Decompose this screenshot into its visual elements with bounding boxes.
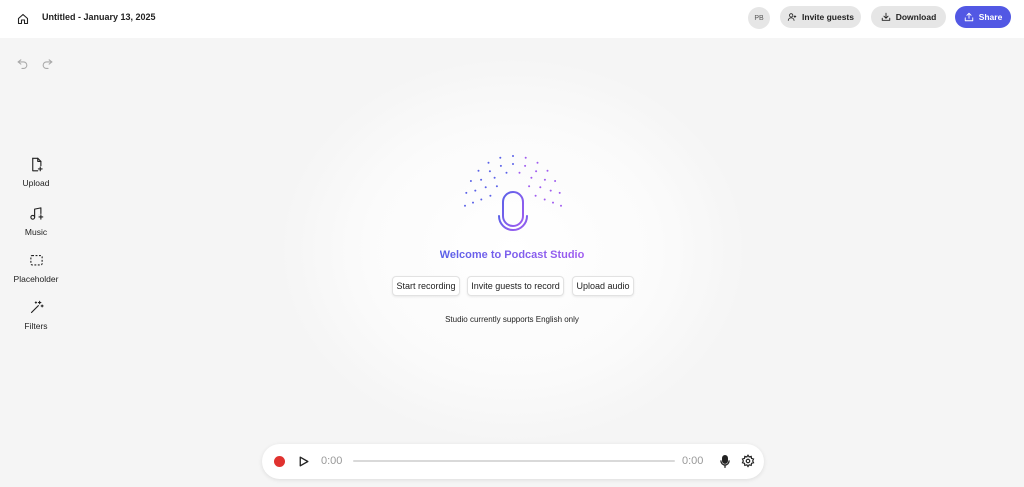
sound-wave-dot bbox=[536, 161, 539, 164]
sidebar-item-label: Placeholder bbox=[13, 274, 59, 284]
start-recording-button[interactable]: Start recording bbox=[392, 276, 460, 296]
redo-icon bbox=[42, 58, 52, 69]
microphone-button[interactable] bbox=[718, 454, 732, 469]
download-label: Download bbox=[895, 12, 937, 22]
undo-icon bbox=[17, 58, 27, 69]
sound-wave-dot bbox=[484, 186, 487, 189]
welcome-heading: Welcome to Podcast Studio bbox=[0, 249, 1024, 261]
upload-file-icon bbox=[28, 156, 44, 172]
sidebar-item-upload[interactable]: Upload bbox=[8, 156, 64, 188]
sound-wave-dot bbox=[465, 191, 468, 194]
sound-wave-dot bbox=[512, 155, 514, 157]
sound-wave-dot bbox=[558, 191, 561, 194]
sound-wave-dot bbox=[554, 180, 557, 182]
home-button[interactable] bbox=[12, 8, 34, 30]
sidebar-item-music[interactable]: Music bbox=[8, 205, 64, 237]
invite-guests-label: Invite guests bbox=[802, 12, 854, 22]
welcome-text: Welcome to Podcast Studio bbox=[439, 249, 585, 261]
gear-icon bbox=[741, 454, 755, 468]
sound-wave-dot bbox=[472, 201, 474, 204]
sound-wave-dot bbox=[505, 171, 508, 174]
avatar[interactable]: PB bbox=[748, 7, 770, 29]
share-icon bbox=[964, 12, 973, 22]
microphone-icon bbox=[720, 455, 730, 468]
sound-wave-dot bbox=[552, 201, 554, 204]
sound-wave-dot bbox=[480, 198, 483, 201]
document-title[interactable]: Untitled - January 13, 2025 bbox=[42, 12, 156, 22]
sound-wave-dot bbox=[543, 198, 546, 201]
redo-button[interactable] bbox=[39, 54, 55, 70]
sound-wave-dot bbox=[560, 204, 562, 207]
sound-wave-dot bbox=[539, 186, 542, 189]
magic-wand-icon bbox=[28, 299, 44, 315]
sound-wave-dot bbox=[549, 189, 552, 192]
play-icon bbox=[299, 456, 309, 467]
sound-wave-dot bbox=[524, 156, 527, 159]
undo-button[interactable] bbox=[14, 54, 30, 70]
invite-guests-button[interactable]: Invite guests bbox=[780, 6, 861, 28]
sound-wave-dot bbox=[495, 185, 498, 188]
share-button[interactable]: Share bbox=[955, 6, 1011, 28]
settings-button[interactable] bbox=[741, 454, 755, 468]
sidebar-item-label: Music bbox=[24, 227, 48, 237]
download-button[interactable]: Download bbox=[871, 6, 946, 28]
sound-wave-dot bbox=[474, 189, 477, 192]
playback-scrubber[interactable] bbox=[353, 460, 675, 462]
top-bar: Untitled - January 13, 2025 PB Invite gu… bbox=[0, 0, 1024, 38]
microphone-icon bbox=[498, 191, 528, 238]
record-button[interactable] bbox=[274, 456, 285, 467]
microphone-illustration bbox=[464, 155, 562, 238]
sound-wave-dot bbox=[488, 170, 491, 173]
music-note-icon bbox=[28, 205, 44, 221]
home-icon bbox=[17, 13, 29, 25]
sound-wave-dot bbox=[499, 164, 502, 167]
sound-wave-dot bbox=[477, 169, 480, 172]
sound-wave-dot bbox=[489, 194, 492, 197]
sound-wave-dot bbox=[464, 204, 466, 207]
sound-wave-dot bbox=[535, 170, 538, 173]
sidebar-item-label: Upload bbox=[22, 178, 50, 188]
sound-wave-dots bbox=[464, 155, 562, 207]
invite-guests-to-record-button[interactable]: Invite guests to record bbox=[467, 276, 564, 296]
upload-audio-button[interactable]: Upload audio bbox=[572, 276, 634, 296]
sound-wave-dot bbox=[534, 194, 537, 197]
sound-wave-dot bbox=[546, 169, 549, 172]
language-support-note: Studio currently supports English only bbox=[445, 315, 579, 324]
sound-wave-dot bbox=[524, 164, 527, 167]
sound-wave-dot bbox=[528, 185, 531, 188]
sound-wave-dot bbox=[518, 171, 521, 174]
sound-wave-dot bbox=[543, 178, 546, 181]
play-button[interactable] bbox=[297, 455, 310, 468]
sound-wave-dot bbox=[480, 178, 483, 181]
add-person-icon bbox=[787, 13, 797, 21]
sound-wave-dot bbox=[530, 176, 533, 179]
sound-wave-dot bbox=[493, 176, 496, 179]
sound-wave-dot bbox=[512, 163, 514, 165]
total-time: 0:00 bbox=[682, 455, 704, 467]
sound-wave-dot bbox=[487, 161, 490, 164]
current-time: 0:00 bbox=[321, 455, 343, 467]
sound-wave-dot bbox=[499, 156, 502, 159]
sound-wave-dot bbox=[469, 180, 472, 182]
download-icon bbox=[881, 12, 890, 21]
share-label: Share bbox=[978, 12, 1003, 22]
